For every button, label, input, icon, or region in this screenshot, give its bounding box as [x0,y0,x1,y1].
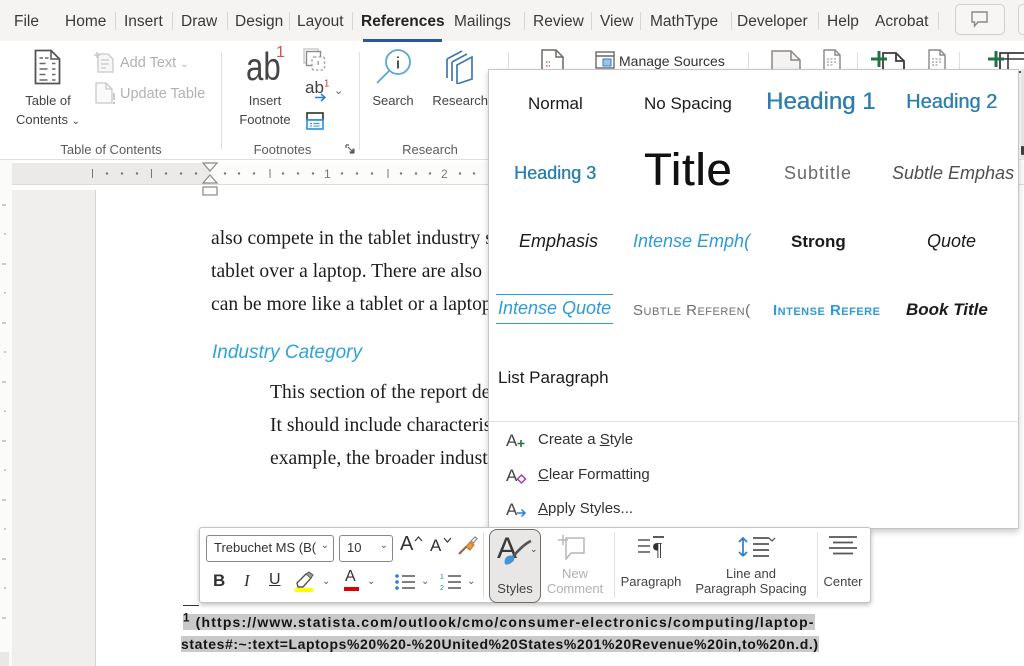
svg-text:A: A [506,500,518,519]
svg-text:2: 2 [440,585,444,591]
svg-text:A: A [506,466,518,485]
svg-text:2: 2 [441,167,448,181]
svg-text:1: 1 [324,167,331,181]
svg-text:¶: ¶ [653,539,662,558]
svg-text:1: 1 [440,574,444,581]
svg-text:A: A [506,431,518,450]
